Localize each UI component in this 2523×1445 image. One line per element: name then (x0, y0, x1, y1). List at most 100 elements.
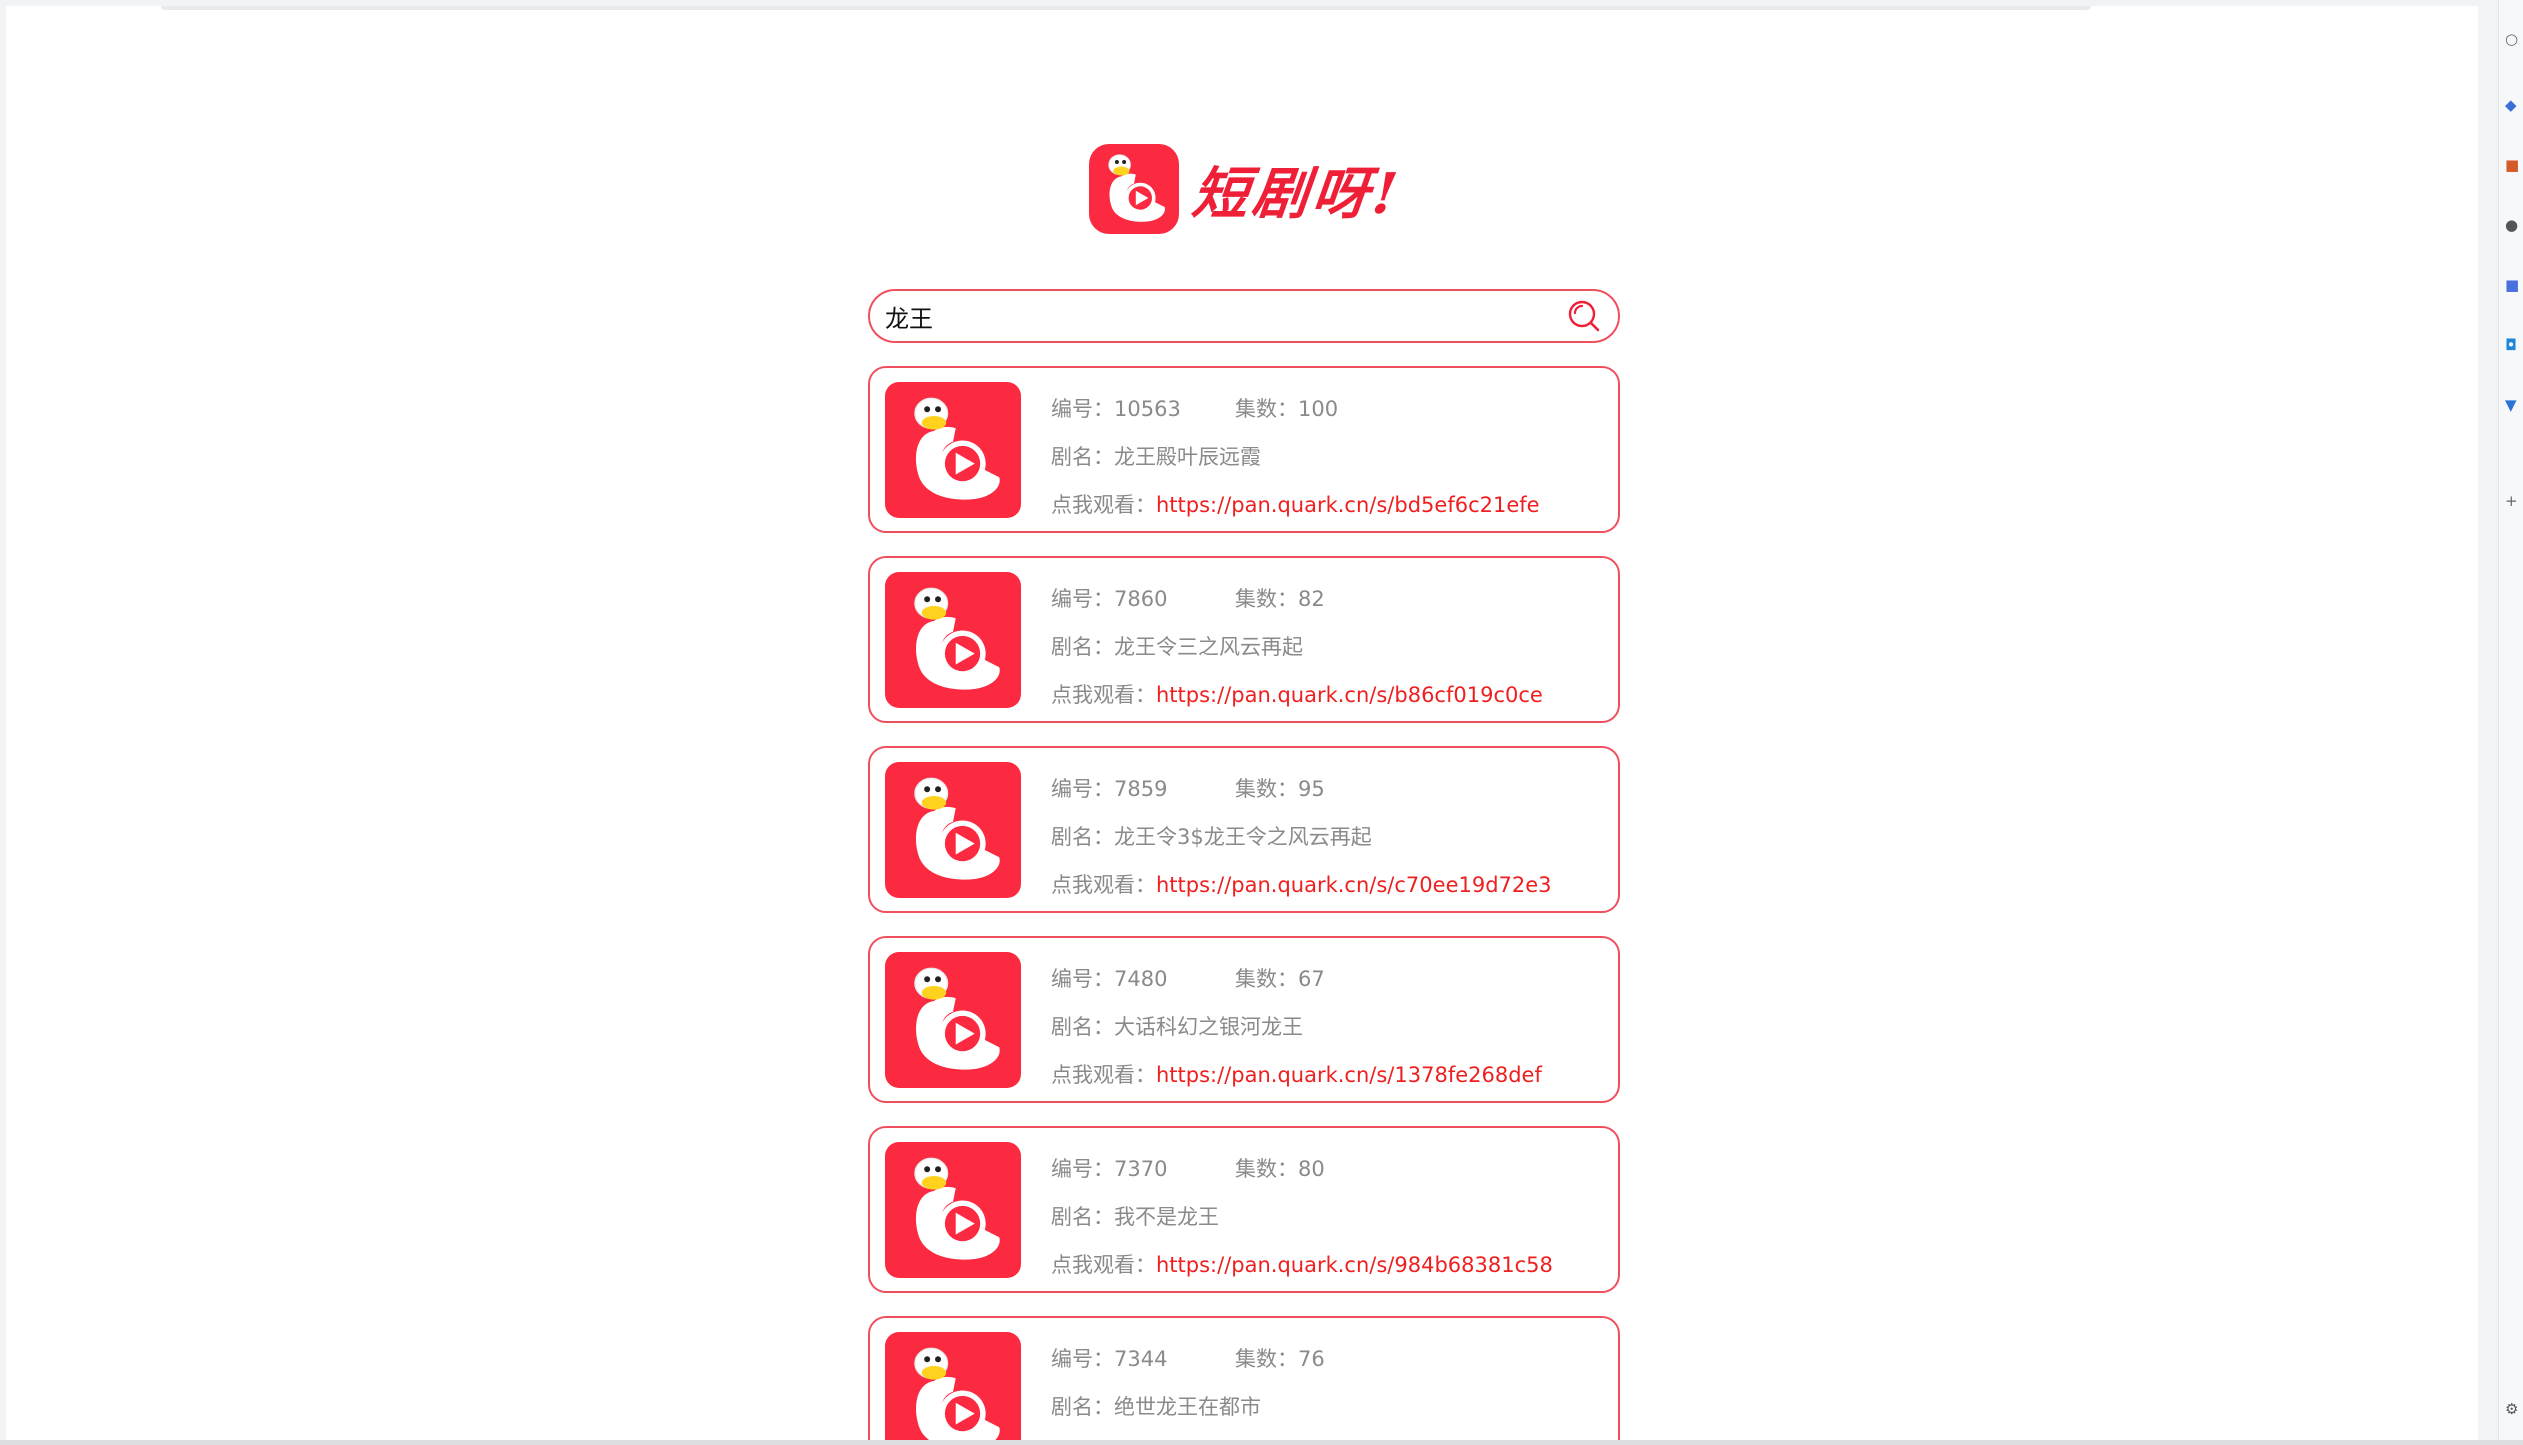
id-field: 编号：7370 (1051, 1145, 1223, 1193)
episodes-label: 集数： (1235, 1347, 1298, 1371)
duck-play-logo-icon (1089, 144, 1179, 234)
search-icon (1568, 300, 1600, 332)
episodes-field: 集数：82 (1235, 575, 1325, 623)
episodes-label: 集数： (1235, 587, 1298, 611)
id-label: 编号： (1051, 967, 1114, 991)
episodes-value: 95 (1298, 777, 1325, 801)
episodes-field: 集数：67 (1235, 955, 1325, 1003)
app-side-icon[interactable]: ■ (2505, 276, 2519, 294)
add-side-icon[interactable]: + (2505, 492, 2518, 510)
watch-row: 点我观看：https://pan.quark.cn/s/db5729422266 (1051, 1431, 1555, 1440)
result-info: 编号：7860 集数：82 剧名：龙王令三之风云再起 点我观看：https://… (1051, 572, 1543, 721)
watch-row: 点我观看：https://pan.quark.cn/s/b86cf019c0ce (1051, 671, 1543, 719)
id-episodes-row: 编号：7344 集数：76 (1051, 1335, 1555, 1383)
settings-side-icon[interactable]: ⚙ (2505, 1400, 2518, 1418)
name-label: 剧名： (1051, 1015, 1114, 1039)
name-row: 剧名：我不是龙王 (1051, 1193, 1553, 1241)
id-episodes-row: 编号：7860 集数：82 (1051, 575, 1543, 623)
episodes-value: 67 (1298, 967, 1325, 991)
name-label: 剧名： (1051, 825, 1114, 849)
duck-play-thumbnail-icon[interactable] (885, 1142, 1021, 1278)
search-bar (868, 289, 1620, 343)
id-label: 编号： (1051, 1347, 1114, 1371)
watch-label: 点我观看： (1051, 493, 1156, 517)
result-card[interactable]: 编号：7860 集数：82 剧名：龙王令三之风云再起 点我观看：https://… (868, 556, 1620, 723)
search-side-icon[interactable]: ○ (2505, 30, 2518, 48)
id-field: 编号：7480 (1051, 955, 1223, 1003)
bookmark-side-icon[interactable]: ◆ (2505, 96, 2517, 114)
id-label: 编号： (1051, 397, 1114, 421)
id-episodes-row: 编号：7370 集数：80 (1051, 1145, 1553, 1193)
episodes-field: 集数：76 (1235, 1335, 1325, 1383)
id-label: 编号： (1051, 777, 1114, 801)
brand-wordmark: 短剧呀! (1189, 160, 1405, 227)
name-row: 剧名：绝世龙王在都市 (1051, 1383, 1555, 1431)
watch-link[interactable]: https://pan.quark.cn/s/1378fe268def (1156, 1063, 1542, 1087)
episodes-value: 80 (1298, 1157, 1325, 1181)
episodes-field: 集数：95 (1235, 765, 1325, 813)
name-value: 龙王殿叶辰远霞 (1114, 445, 1261, 469)
name-row: 剧名：龙王令3$龙王令之风云再起 (1051, 813, 1552, 861)
episodes-label: 集数： (1235, 777, 1298, 801)
episodes-value: 82 (1298, 587, 1325, 611)
toolbox-side-icon[interactable]: ■ (2505, 156, 2519, 174)
user-side-icon[interactable]: ● (2505, 216, 2518, 234)
duck-play-thumbnail-icon[interactable] (885, 382, 1021, 518)
id-field: 编号：7860 (1051, 575, 1223, 623)
watch-label: 点我观看： (1051, 1063, 1156, 1087)
id-episodes-row: 编号：7480 集数：67 (1051, 955, 1542, 1003)
id-label: 编号： (1051, 1157, 1114, 1181)
id-field: 编号：10563 (1051, 385, 1223, 433)
watch-row: 点我观看：https://pan.quark.cn/s/c70ee19d72e3 (1051, 861, 1552, 909)
id-field: 编号：7344 (1051, 1335, 1223, 1383)
result-card[interactable]: 编号：7859 集数：95 剧名：龙王令3$龙王令之风云再起 点我观看：http… (868, 746, 1620, 913)
duck-play-thumbnail-icon[interactable] (885, 572, 1021, 708)
name-row: 剧名：大话科幻之银河龙王 (1051, 1003, 1542, 1051)
result-card[interactable]: 编号：7480 集数：67 剧名：大话科幻之银河龙王 点我观看：https://… (868, 936, 1620, 1103)
name-label: 剧名： (1051, 635, 1114, 659)
watch-link[interactable]: https://pan.quark.cn/s/c70ee19d72e3 (1156, 873, 1552, 897)
id-value: 7344 (1114, 1347, 1168, 1371)
name-label: 剧名： (1051, 445, 1114, 469)
watch-link[interactable]: https://pan.quark.cn/s/984b68381c58 (1156, 1253, 1553, 1277)
id-episodes-row: 编号：10563 集数：100 (1051, 385, 1540, 433)
id-value: 7859 (1114, 777, 1168, 801)
id-value: 10563 (1114, 397, 1181, 421)
outlook-side-icon[interactable]: ◘ (2505, 336, 2517, 354)
duck-play-thumbnail-icon[interactable] (885, 1332, 1021, 1440)
episodes-field: 集数：100 (1235, 385, 1338, 433)
episodes-value: 100 (1298, 397, 1339, 421)
result-info: 编号：7480 集数：67 剧名：大话科幻之银河龙王 点我观看：https://… (1051, 952, 1542, 1101)
bottom-line (0, 1440, 2523, 1445)
duck-play-thumbnail-icon[interactable] (885, 952, 1021, 1088)
results-list: 编号：10563 集数：100 剧名：龙王殿叶辰远霞 点我观看：https://… (868, 366, 1620, 1440)
result-card[interactable]: 编号：10563 集数：100 剧名：龙王殿叶辰远霞 点我观看：https://… (868, 366, 1620, 533)
result-info: 编号：7370 集数：80 剧名：我不是龙王 点我观看：https://pan.… (1051, 1142, 1553, 1291)
name-value: 龙王令3$龙王令之风云再起 (1114, 825, 1372, 849)
result-card[interactable]: 编号：7370 集数：80 剧名：我不是龙王 点我观看：https://pan.… (868, 1126, 1620, 1293)
id-value: 7480 (1114, 967, 1168, 991)
name-value: 我不是龙王 (1114, 1205, 1219, 1229)
episodes-label: 集数： (1235, 397, 1298, 421)
id-field: 编号：7859 (1051, 765, 1223, 813)
name-row: 剧名：龙王令三之风云再起 (1051, 623, 1543, 671)
vpn-side-icon[interactable]: ▼ (2505, 396, 2517, 414)
watch-link[interactable]: https://pan.quark.cn/s/bd5ef6c21efe (1156, 493, 1540, 517)
search-button[interactable] (1564, 296, 1604, 336)
result-card[interactable]: 编号：7344 集数：76 剧名：绝世龙王在都市 点我观看：https://pa… (868, 1316, 1620, 1440)
watch-link[interactable]: https://pan.quark.cn/s/b86cf019c0ce (1156, 683, 1543, 707)
watch-label: 点我观看： (1051, 873, 1156, 897)
name-label: 剧名： (1051, 1205, 1114, 1229)
site-logo[interactable]: 短剧呀! (1089, 144, 1405, 234)
result-info: 编号：10563 集数：100 剧名：龙王殿叶辰远霞 点我观看：https://… (1051, 382, 1540, 531)
episodes-field: 集数：80 (1235, 1145, 1325, 1193)
watch-row: 点我观看：https://pan.quark.cn/s/bd5ef6c21efe (1051, 481, 1540, 529)
episodes-value: 76 (1298, 1347, 1325, 1371)
browser-side-panel: ○ ◆ ■ ● ■ ◘ ▼ + ⚙ (2498, 0, 2523, 1445)
id-episodes-row: 编号：7859 集数：95 (1051, 765, 1552, 813)
duck-play-thumbnail-icon[interactable] (885, 762, 1021, 898)
name-label: 剧名： (1051, 1395, 1114, 1419)
result-info: 编号：7344 集数：76 剧名：绝世龙王在都市 点我观看：https://pa… (1051, 1332, 1555, 1440)
id-label: 编号： (1051, 587, 1114, 611)
search-input[interactable] (885, 302, 1564, 330)
